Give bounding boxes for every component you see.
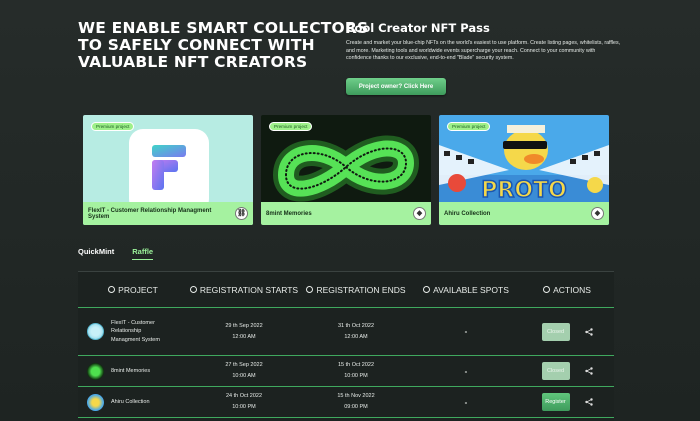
header-available-spots: AVAILABLE SPOTS — [412, 285, 520, 295]
info-icon — [306, 286, 314, 293]
header-actions: ACTIONS — [520, 285, 614, 295]
svg-text:PROTO: PROTO — [481, 178, 566, 203]
project-avatar — [87, 393, 104, 411]
end-date: 31 th Oct 2022 — [337, 322, 375, 329]
pass-title: Cool Creator NFT Pass — [346, 21, 490, 35]
hero-title-line: VALUABLE NFT CREATORS — [78, 53, 308, 71]
premium-badge: Premium project — [269, 122, 313, 131]
card-footer: FlexIT - Customer Relationship Managment… — [83, 202, 253, 225]
header-label: PROJECT — [118, 284, 158, 295]
card-title: Ahiru Collection — [444, 210, 491, 217]
share-icon[interactable] — [584, 367, 593, 375]
actions-cell: Register — [520, 393, 614, 411]
start-date: 29 th Sep 2022 — [225, 322, 263, 329]
table-row: 8mint Memories 27 th Sep 2022 10:00 AM 15… — [78, 356, 614, 387]
share-icon[interactable] — [584, 398, 593, 406]
table-row: Ahiru Collection 24 th Oct 2022 10:00 PM … — [78, 387, 614, 418]
closed-button[interactable]: Closed — [541, 322, 570, 341]
project-name: FlexIT - Customer Relationship Managment… — [111, 319, 160, 343]
hero-title-line: TO SAFELY CONNECT WITH — [78, 36, 315, 54]
header-label: REGISTRATION STARTS — [199, 284, 299, 295]
start-time: 12:00 AM — [232, 333, 256, 340]
end-date: 15 th Oct 2022 — [337, 362, 375, 368]
project-name: Ahiru Collection — [111, 398, 150, 405]
ethereum-icon: ◆ — [591, 207, 604, 220]
info-icon — [543, 286, 551, 293]
premium-badge: Premium project — [447, 122, 491, 131]
end-time: 09:00 PM — [344, 404, 368, 410]
header-registration-starts: REGISTRATION STARTS — [188, 285, 300, 295]
table-row: FlexIT - Customer Relationship Managment… — [78, 308, 614, 356]
project-owner-button[interactable]: Project owner? Click Here — [346, 78, 446, 95]
raffle-table: PROJECT REGISTRATION STARTS REGISTRATION… — [78, 271, 614, 421]
header-project: PROJECT — [78, 285, 188, 295]
start-date: 27 th Sep 2022 — [225, 362, 263, 368]
header-label: REGISTRATION ENDS — [316, 284, 406, 295]
share-icon[interactable] — [584, 327, 593, 336]
ethereum-icon: ◆ — [413, 207, 426, 220]
info-icon — [108, 286, 116, 293]
end-time: 10:00 PM — [344, 373, 368, 379]
project-avatar — [87, 323, 104, 340]
start-cell: 29 th Sep 2022 12:00 AM — [188, 321, 300, 343]
card-footer: Ahiru Collection ◆ — [439, 202, 609, 225]
project-card-flexit[interactable]: Premium project FlexIT - Customer Relati… — [83, 115, 253, 225]
table-header: PROJECT REGISTRATION STARTS REGISTRATION… — [78, 272, 614, 308]
hero-title-line: WE ENABLE SMART COLLECTORS — [78, 19, 369, 37]
project-cell: FlexIT - Customer Relationship Managment… — [78, 319, 188, 345]
end-cell: 31 th Oct 2022 12:00 AM — [300, 321, 412, 343]
actions-cell: Closed — [520, 322, 614, 341]
link-icon: ⛓ — [235, 207, 248, 220]
info-icon — [189, 286, 197, 293]
project-cell: Ahiru Collection — [78, 393, 188, 411]
start-cell: 27 th Sep 2022 10:00 AM — [188, 360, 300, 382]
tab-quickmint[interactable]: QuickMint — [78, 247, 114, 260]
premium-badge: Premium project — [91, 122, 135, 131]
closed-button[interactable]: Closed — [541, 362, 570, 380]
project-card-8mint[interactable]: Premium project 8mint Memories ◆ — [261, 115, 431, 225]
end-cell: 15 th Oct 2022 10:00 PM — [300, 360, 412, 382]
spots-value: - — [464, 397, 468, 407]
start-time: 10:00 PM — [232, 404, 256, 410]
start-cell: 24 th Oct 2022 10:00 PM — [188, 391, 300, 413]
project-cell: 8mint Memories — [78, 362, 188, 380]
end-time: 12:00 AM — [344, 333, 368, 340]
project-avatar — [87, 362, 104, 380]
project-card-ahiru[interactable]: PROTO Premium project Ahiru Collection ◆ — [439, 115, 609, 225]
header-label: ACTIONS — [553, 284, 591, 295]
pass-description: Create and market your blue-chip NFTs on… — [346, 40, 621, 62]
info-icon — [423, 286, 431, 293]
spots-value: - — [464, 366, 468, 376]
card-title: FlexIT - Customer Relationship Managment… — [88, 207, 212, 220]
tab-raffle[interactable]: Raffle — [132, 247, 154, 260]
end-date: 15 th Nov 2022 — [337, 393, 375, 399]
header-label: AVAILABLE SPOTS — [433, 284, 509, 295]
card-footer: 8mint Memories ◆ — [261, 202, 431, 225]
start-time: 10:00 AM — [232, 373, 256, 379]
spots-value: - — [464, 327, 468, 336]
end-cell: 15 th Nov 2022 09:00 PM — [300, 391, 412, 413]
register-button[interactable]: Register — [541, 393, 570, 411]
actions-cell: Closed — [520, 362, 614, 380]
card-title: 8mint Memories — [266, 210, 312, 217]
project-name: 8mint Memories — [111, 367, 151, 374]
tab-bar: QuickMint Raffle — [78, 247, 154, 260]
header-registration-ends: REGISTRATION ENDS — [300, 285, 412, 295]
hero-title: WE ENABLE SMART COLLECTORS TO SAFELY CON… — [78, 19, 369, 71]
start-date: 24 th Oct 2022 — [225, 393, 263, 399]
